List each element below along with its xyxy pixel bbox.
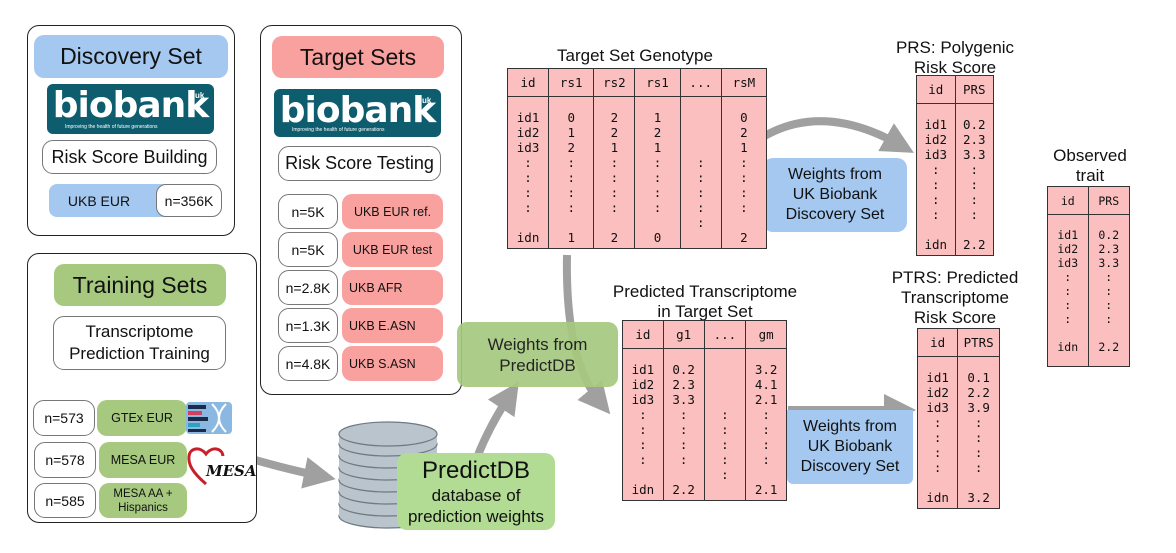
header-cell: gm	[745, 320, 787, 349]
risk-score-building-label: Risk Score Building	[42, 140, 217, 174]
target-n-2: n=5K	[278, 232, 338, 267]
target-cohort-2: UKB EUR test	[342, 232, 443, 267]
ptrs-table-title: PTRS: Predicted Transcriptome Risk Score	[891, 268, 1019, 327]
column-cell: 0 2 1 : : : : 2	[720, 96, 768, 249]
discovery-panel: Discovery Set biobank uk Improving the h…	[27, 25, 235, 236]
target-n-5: n=4.8K	[278, 346, 338, 381]
header-cell: g1	[662, 320, 705, 349]
predictdb-box: PredictDB database of prediction weights	[397, 453, 555, 530]
column-cell: 0 1 2 : : : : 1	[548, 96, 595, 249]
header-cell: rs1	[634, 68, 681, 97]
training-cohort-mesa-aa: MESA AA + Hispanics	[99, 483, 187, 518]
training-n-gtex: n=573	[33, 400, 95, 436]
weights-from-ukb-top-box: Weights from UK Biobank Discovery Set	[763, 158, 907, 232]
column-cell: : : : : :	[679, 96, 722, 249]
training-n-mesa-eur: n=578	[34, 442, 96, 478]
column-cell: id1 id2 id3 : : : : idn	[916, 103, 956, 256]
column-cell: 0.1 2.2 3.9 : : : : 3.2	[957, 356, 1000, 509]
header-cell: ...	[679, 68, 722, 97]
header-cell: rsM	[720, 68, 768, 97]
column-cell: 1 2 1 : : : : 0	[634, 96, 681, 249]
biobank-logo: biobank uk Improving the health of futur…	[47, 84, 214, 134]
column-cell: 0.2 2.3 3.3 : : : : 2.2	[954, 103, 994, 256]
predictdb-title: PredictDB	[421, 456, 531, 484]
transcriptome-table-title: Predicted Transcriptome in Target Set	[612, 282, 798, 321]
cohort-n-356k: n=356K	[156, 184, 222, 217]
observed-trait-table: id PRS id1 id2 id3 : : : : idn 0.2 2.3 3…	[1047, 186, 1131, 367]
mesa-logo: MESA	[186, 442, 258, 490]
column-cell: 0.2 2.3 3.3 : : : : 2.2	[1087, 214, 1131, 367]
training-panel: Training Sets Transcriptome Prediction T…	[27, 253, 257, 523]
training-n-mesa-aa: n=585	[34, 483, 96, 518]
arrow-genotype-to-prs	[755, 117, 914, 153]
header-cell: rs1	[548, 68, 595, 97]
transcriptome-table: id g1 ... gm id1 id2 id3 : : : : idn 0.2…	[622, 320, 787, 501]
column-cell: id1 id2 id3 : : : : idn	[916, 356, 959, 509]
target-title: Target Sets	[272, 36, 444, 78]
training-title: Training Sets	[54, 264, 226, 306]
target-cohort-5: UKB S.ASN	[342, 346, 443, 381]
arrow-db-to-weights	[474, 381, 519, 457]
discovery-title: Discovery Set	[34, 35, 228, 78]
weights-from-predictdb-box: Weights from PredictDB	[457, 322, 618, 387]
header-cell: id	[506, 68, 550, 97]
target-cohort-3: UKB AFR	[342, 270, 443, 305]
column-cell: 3.2 4.1 2.1 : : : : 2.1	[745, 348, 787, 501]
training-cohort-gtex: GTEx EUR	[97, 400, 187, 436]
cohort-ukb-eur: UKB EUR	[49, 184, 169, 217]
header-cell: rs2	[593, 68, 636, 97]
gtex-dna-icon	[186, 402, 232, 434]
transcriptome-prediction-training-label: Transcriptome Prediction Training	[53, 316, 226, 370]
header-cell: PRS	[1087, 186, 1131, 215]
prs-table-title: PRS: Polygenic Risk Score	[895, 38, 1015, 77]
biobank-logo: biobank uk Improving the health of futur…	[274, 89, 441, 137]
column-cell: id1 id2 id3 : : : : idn	[622, 348, 664, 501]
header-cell: PRS	[954, 75, 994, 104]
target-cohort-1: UKB EUR ref.	[342, 194, 443, 229]
column-cell: id1 id2 id3 : : : : idn	[506, 96, 550, 249]
target-cohort-4: UKB E.ASN	[342, 308, 443, 343]
column-cell: 2 2 1 : : : : 2	[593, 96, 636, 249]
training-cohort-mesa-eur: MESA EUR	[99, 442, 187, 478]
header-cell: ...	[703, 320, 747, 349]
prs-table: id PRS id1 id2 id3 : : : : idn 0.2 2.3 3…	[916, 75, 994, 256]
arrow-training-to-db	[246, 454, 336, 489]
weights-from-ukb-bottom-box: Weights from UK Biobank Discovery Set	[787, 410, 913, 484]
column-cell: : : : : :	[703, 348, 747, 501]
genotype-table: id rs1 rs2 rs1 ... rsM id1 id2 id3 : : :…	[506, 68, 768, 249]
target-n-1: n=5K	[278, 194, 338, 229]
header-cell: PTRS	[957, 328, 1000, 357]
observed-table-title: Observed trait	[1053, 146, 1127, 185]
header-cell: id	[622, 320, 664, 349]
header-cell: id	[1047, 186, 1089, 215]
header-cell: id	[916, 75, 956, 104]
column-cell: id1 id2 id3 : : : : idn	[1047, 214, 1089, 367]
genotype-table-title: Target Set Genotype	[557, 46, 713, 65]
target-n-3: n=2.8K	[278, 270, 338, 305]
target-n-4: n=1.3K	[278, 308, 338, 343]
risk-score-testing-label: Risk Score Testing	[278, 146, 441, 181]
column-cell: 0.2 2.3 3.3 : : : : 2.2	[662, 348, 705, 501]
header-cell: id	[916, 328, 959, 357]
target-panel: Target Sets biobank uk Improving the hea…	[260, 25, 462, 395]
ptrs-table: id PTRS id1 id2 id3 : : : : idn 0.1 2.2 …	[916, 328, 1000, 509]
